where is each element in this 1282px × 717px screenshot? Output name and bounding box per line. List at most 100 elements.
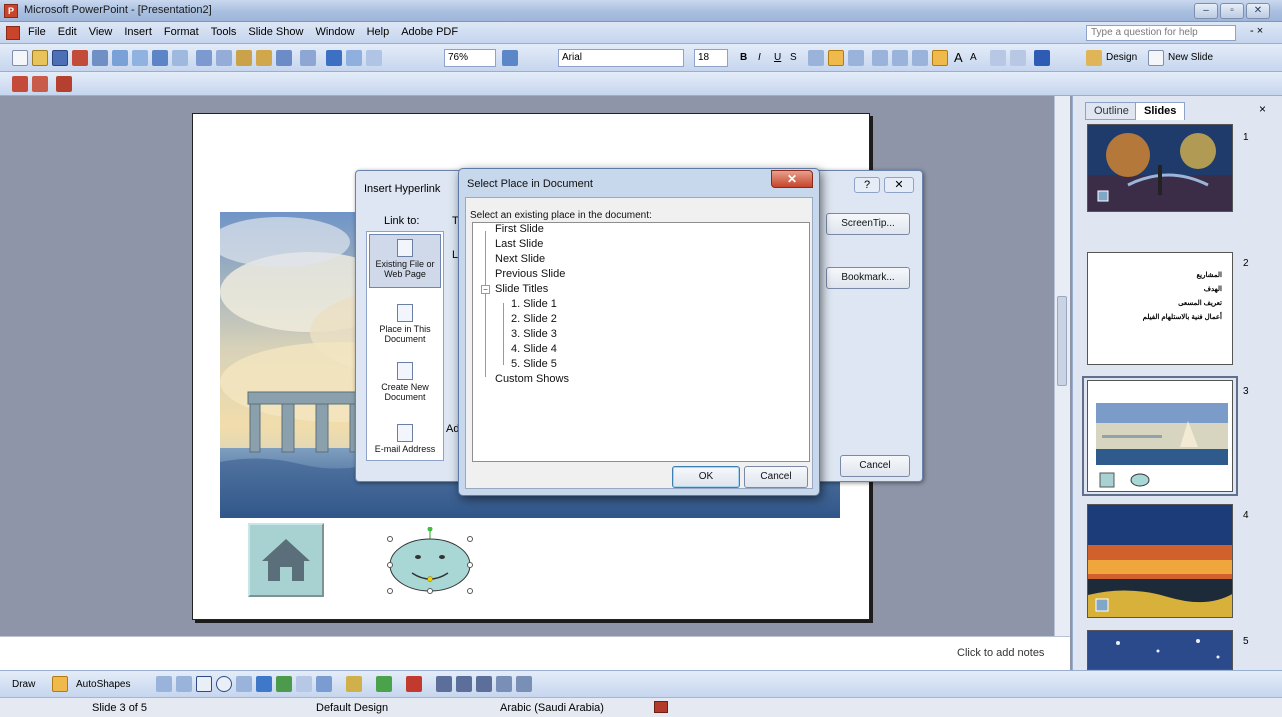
- scrollbar-thumb[interactable]: [1057, 296, 1067, 386]
- wordart-tool-icon[interactable]: [256, 676, 272, 692]
- menu-file[interactable]: File: [28, 26, 46, 38]
- research-icon[interactable]: [172, 50, 188, 66]
- insert-picture-icon[interactable]: [316, 676, 332, 692]
- arrow-tool-icon[interactable]: [176, 676, 192, 692]
- slide-thumbnail-4[interactable]: [1087, 504, 1233, 618]
- new-file-icon[interactable]: [12, 50, 28, 66]
- menu-tools[interactable]: Tools: [211, 26, 237, 38]
- italic-button[interactable]: I: [758, 52, 761, 63]
- document-places-tree[interactable]: First Slide Last Slide Next Slide Previo…: [472, 222, 810, 462]
- insert-table-icon[interactable]: [346, 50, 362, 66]
- menu-edit[interactable]: Edit: [58, 26, 77, 38]
- shadow-button[interactable]: S: [790, 52, 797, 63]
- shadow-style-icon[interactable]: [496, 676, 512, 692]
- slide-thumbnail-1[interactable]: [1087, 124, 1233, 212]
- new-slide-icon[interactable]: [1148, 50, 1164, 66]
- zoom-select[interactable]: 76%: [444, 49, 496, 67]
- tab-slides[interactable]: Slides: [1135, 102, 1186, 120]
- bookmark-button[interactable]: Bookmark...: [826, 267, 910, 289]
- link-email-address[interactable]: E-mail Address: [369, 424, 441, 454]
- close-window-button[interactable]: ✕: [1246, 3, 1270, 19]
- tree-item-slide-2[interactable]: 2. Slide 2: [511, 313, 557, 325]
- tree-item-slide-5[interactable]: 5. Slide 5: [511, 358, 557, 370]
- menu-insert[interactable]: Insert: [124, 26, 152, 38]
- pdf-email-icon[interactable]: [32, 76, 48, 92]
- underline-button[interactable]: U: [774, 52, 781, 63]
- print-preview-icon[interactable]: [132, 50, 148, 66]
- permission-icon[interactable]: [72, 50, 88, 66]
- notes-pane[interactable]: Click to add notes: [0, 636, 1070, 670]
- line-style-icon[interactable]: [436, 676, 452, 692]
- save-icon[interactable]: [52, 50, 68, 66]
- shrink-font-button[interactable]: A: [970, 52, 977, 63]
- smiley-face-shape[interactable]: [380, 526, 480, 597]
- hyperlink-cancel-button[interactable]: Cancel: [840, 455, 910, 477]
- document-control-icon[interactable]: [6, 26, 20, 40]
- restore-button[interactable]: ▫: [1220, 3, 1244, 19]
- draw-menu-button[interactable]: Draw: [12, 679, 35, 690]
- screentip-button[interactable]: ScreenTip...: [826, 213, 910, 235]
- line-tool-icon[interactable]: [156, 676, 172, 692]
- oval-tool-icon[interactable]: [216, 676, 232, 692]
- clip-art-icon[interactable]: [296, 676, 312, 692]
- email-icon[interactable]: [92, 50, 108, 66]
- arrow-style-icon[interactable]: [476, 676, 492, 692]
- select-place-cancel-button[interactable]: Cancel: [744, 466, 808, 488]
- new-slide-button[interactable]: New Slide: [1168, 52, 1213, 63]
- slide-thumbnail-5[interactable]: [1087, 630, 1233, 670]
- tab-outline[interactable]: Outline: [1085, 102, 1138, 120]
- powerpoint-app-icon[interactable]: P: [4, 4, 18, 18]
- link-existing-file[interactable]: Existing File or Web Page: [369, 234, 441, 288]
- line-color-icon[interactable]: [376, 676, 392, 692]
- design-icon[interactable]: [1086, 50, 1102, 66]
- print-icon[interactable]: [112, 50, 128, 66]
- bullets-icon[interactable]: [892, 50, 908, 66]
- decrease-indent-icon[interactable]: [990, 50, 1006, 66]
- help-icon[interactable]: [502, 50, 518, 66]
- dash-style-icon[interactable]: [456, 676, 472, 692]
- slide-thumbnail-3[interactable]: [1087, 380, 1233, 492]
- spelling-icon[interactable]: [152, 50, 168, 66]
- paste-icon[interactable]: [236, 50, 252, 66]
- tables-borders-icon[interactable]: [366, 50, 382, 66]
- close-pane-button[interactable]: ×: [1259, 102, 1266, 116]
- textbox-tool-icon[interactable]: [236, 676, 252, 692]
- menu-format[interactable]: Format: [164, 26, 199, 38]
- menu-adobe-pdf[interactable]: Adobe PDF: [401, 26, 458, 38]
- home-action-button[interactable]: [248, 523, 324, 597]
- slide-thumbnail-2[interactable]: المشاريع الهدف تعريف المسعى أعمال فنية ب…: [1087, 252, 1233, 365]
- copy-icon[interactable]: [216, 50, 232, 66]
- grow-font-button[interactable]: A: [954, 50, 963, 65]
- select-objects-icon[interactable]: [52, 676, 68, 692]
- ok-button[interactable]: OK: [672, 466, 740, 488]
- bold-button[interactable]: B: [740, 52, 747, 63]
- design-button[interactable]: Design: [1106, 52, 1137, 63]
- autoshapes-menu-button[interactable]: AutoShapes: [76, 679, 131, 690]
- close-document-button[interactable]: - ×: [1250, 25, 1263, 37]
- spelling-status-icon[interactable]: [654, 701, 668, 713]
- tree-item-slide-titles[interactable]: Slide Titles: [495, 283, 548, 295]
- link-create-new-document[interactable]: Create New Document: [369, 362, 441, 402]
- menu-window[interactable]: Window: [315, 26, 354, 38]
- redo-icon[interactable]: [300, 50, 316, 66]
- menu-slide-show[interactable]: Slide Show: [248, 26, 303, 38]
- font-color-icon[interactable]: [1034, 50, 1050, 66]
- 3d-style-icon[interactable]: [516, 676, 532, 692]
- menu-view[interactable]: View: [89, 26, 113, 38]
- tree-item-custom-shows[interactable]: Custom Shows: [495, 373, 569, 385]
- align-center-icon[interactable]: [828, 50, 844, 66]
- tree-item-last-slide[interactable]: Last Slide: [495, 238, 543, 250]
- rectangle-tool-icon[interactable]: [196, 676, 212, 692]
- pdf-review-icon[interactable]: [56, 76, 72, 92]
- editing-area-scrollbar[interactable]: [1054, 96, 1070, 636]
- align-left-icon[interactable]: [808, 50, 824, 66]
- align-right-icon[interactable]: [848, 50, 864, 66]
- font-size-select[interactable]: 18: [694, 49, 728, 67]
- undo-icon[interactable]: [276, 50, 292, 66]
- tree-item-slide-3[interactable]: 3. Slide 3: [511, 328, 557, 340]
- collapse-slide-titles-icon[interactable]: −: [481, 285, 490, 294]
- left-to-right-icon[interactable]: [932, 50, 948, 66]
- help-button[interactable]: ?: [854, 177, 880, 193]
- tree-item-next-slide[interactable]: Next Slide: [495, 253, 545, 265]
- tree-item-previous-slide[interactable]: Previous Slide: [495, 268, 565, 280]
